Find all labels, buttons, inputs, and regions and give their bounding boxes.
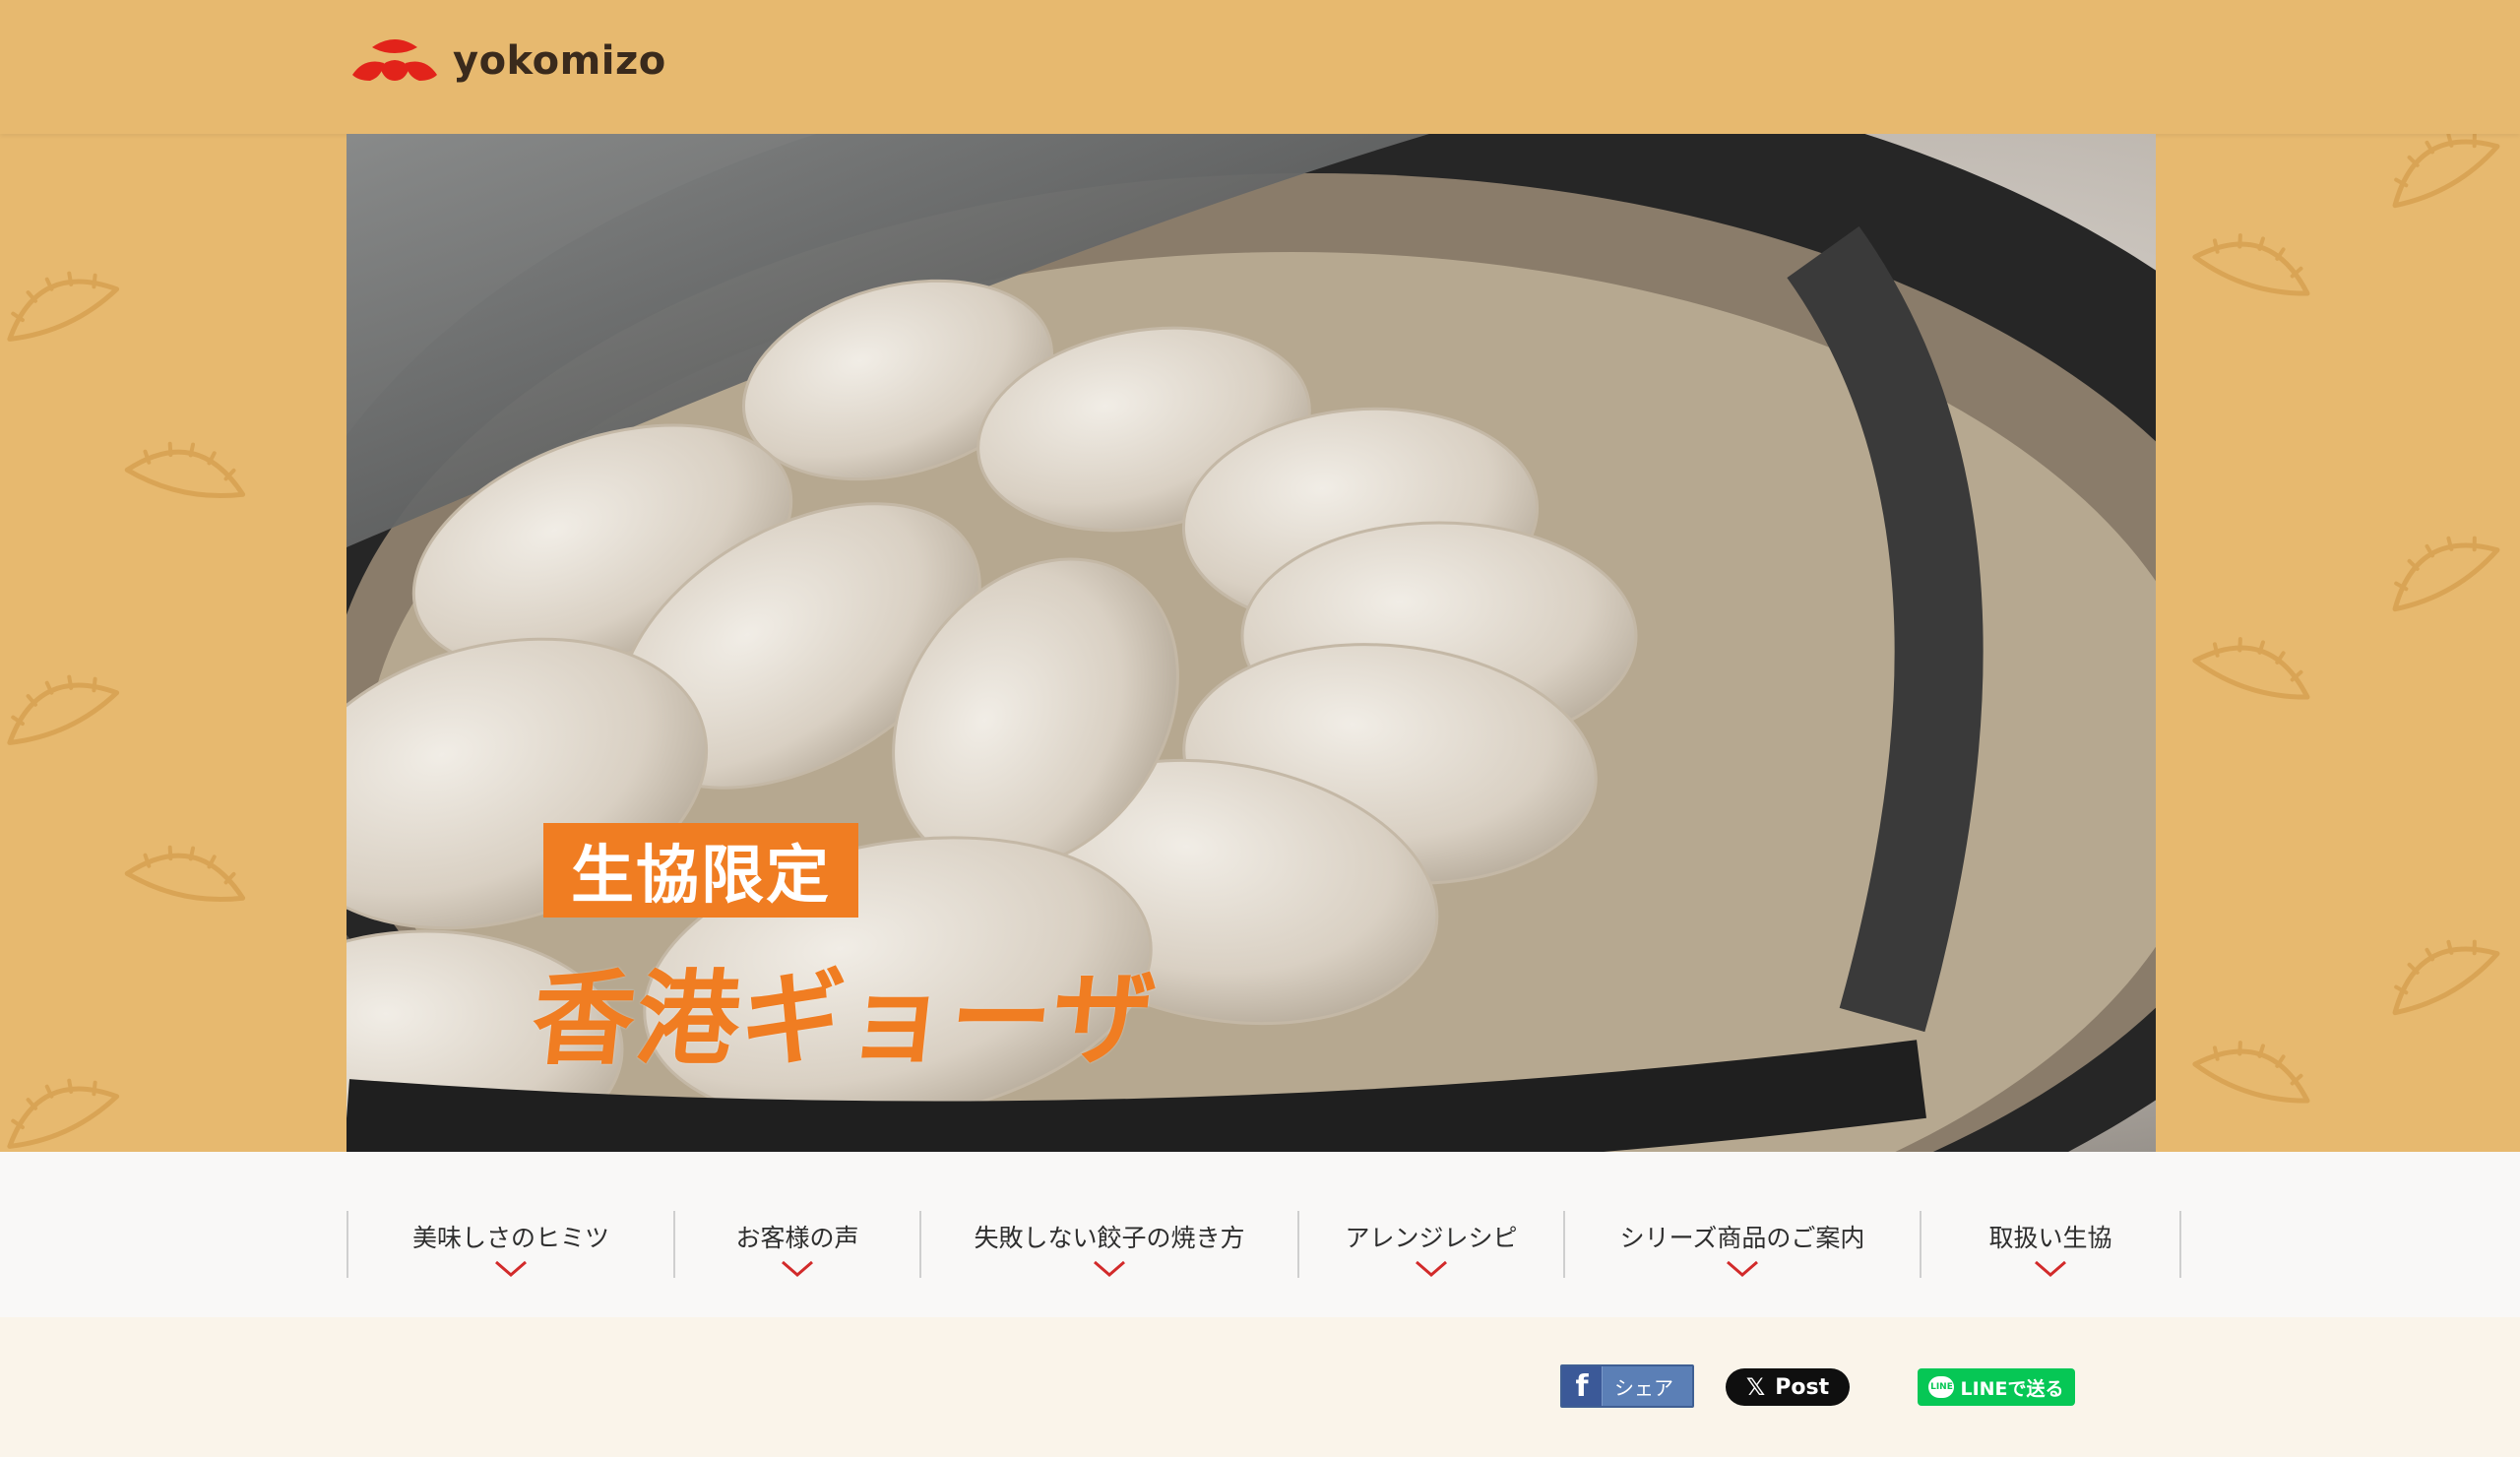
- main-nav: 美味しさのヒミツ お客様の声 失敗しない餃子の焼き方 アレンジレシピ シリーズ商…: [0, 1152, 2520, 1317]
- nav-label: 取扱い生協: [1988, 1224, 2112, 1252]
- line-share-button[interactable]: LINE LINEで送る: [1918, 1368, 2075, 1406]
- chevron-down-icon: [1727, 1260, 1758, 1277]
- chevron-down-icon: [782, 1260, 813, 1277]
- facebook-share-button[interactable]: f シェア: [1560, 1364, 1694, 1408]
- nav-item-howto[interactable]: 失敗しない餃子の焼き方: [919, 1211, 1297, 1278]
- nav-list: 美味しさのヒミツ お客様の声 失敗しない餃子の焼き方 アレンジレシピ シリーズ商…: [346, 1211, 2181, 1278]
- nav-label: アレンジレシピ: [1345, 1224, 1518, 1252]
- chevron-down-icon: [2035, 1260, 2066, 1277]
- hero-banner: 生協限定 香港ギョーザ: [346, 134, 2156, 1152]
- nav-item-stores[interactable]: 取扱い生協: [1920, 1211, 2181, 1278]
- site-header: yokomizo: [0, 0, 2520, 134]
- nav-label: 美味しさのヒミツ: [411, 1224, 609, 1252]
- facebook-icon: f: [1562, 1366, 1603, 1406]
- nav-item-recipe[interactable]: アレンジレシピ: [1297, 1211, 1563, 1278]
- yokomizo-logo-icon: [352, 39, 437, 81]
- chevron-down-icon: [1416, 1260, 1447, 1277]
- nav-label: お客様の声: [735, 1224, 859, 1252]
- line-share-label: LINEで送る: [1960, 1377, 2064, 1400]
- nav-label: 失敗しない餃子の焼き方: [974, 1224, 1245, 1252]
- brand-logo[interactable]: yokomizo: [350, 33, 666, 89]
- nav-item-secret[interactable]: 美味しさのヒミツ: [346, 1211, 673, 1278]
- share-area: f シェア 𝕏 Post LINE LINEで送る: [0, 1317, 2520, 1457]
- nav-label: シリーズ商品のご案内: [1619, 1224, 1865, 1252]
- chevron-down-icon: [495, 1260, 527, 1277]
- nav-item-series[interactable]: シリーズ商品のご案内: [1563, 1211, 1920, 1278]
- brand-name: yokomizo: [453, 38, 666, 84]
- hero-tag: 生協限定: [543, 823, 858, 918]
- x-icon: 𝕏: [1745, 1373, 1766, 1401]
- x-post-button[interactable]: 𝕏 Post: [1726, 1368, 1850, 1406]
- nav-item-voices[interactable]: お客様の声: [673, 1211, 919, 1278]
- x-post-label: Post: [1775, 1374, 1830, 1400]
- facebook-share-label: シェア: [1614, 1375, 1673, 1400]
- hero-title: 香港ギョーザ: [526, 959, 1164, 1079]
- chevron-down-icon: [1094, 1260, 1125, 1277]
- line-icon: LINE: [1928, 1376, 1955, 1398]
